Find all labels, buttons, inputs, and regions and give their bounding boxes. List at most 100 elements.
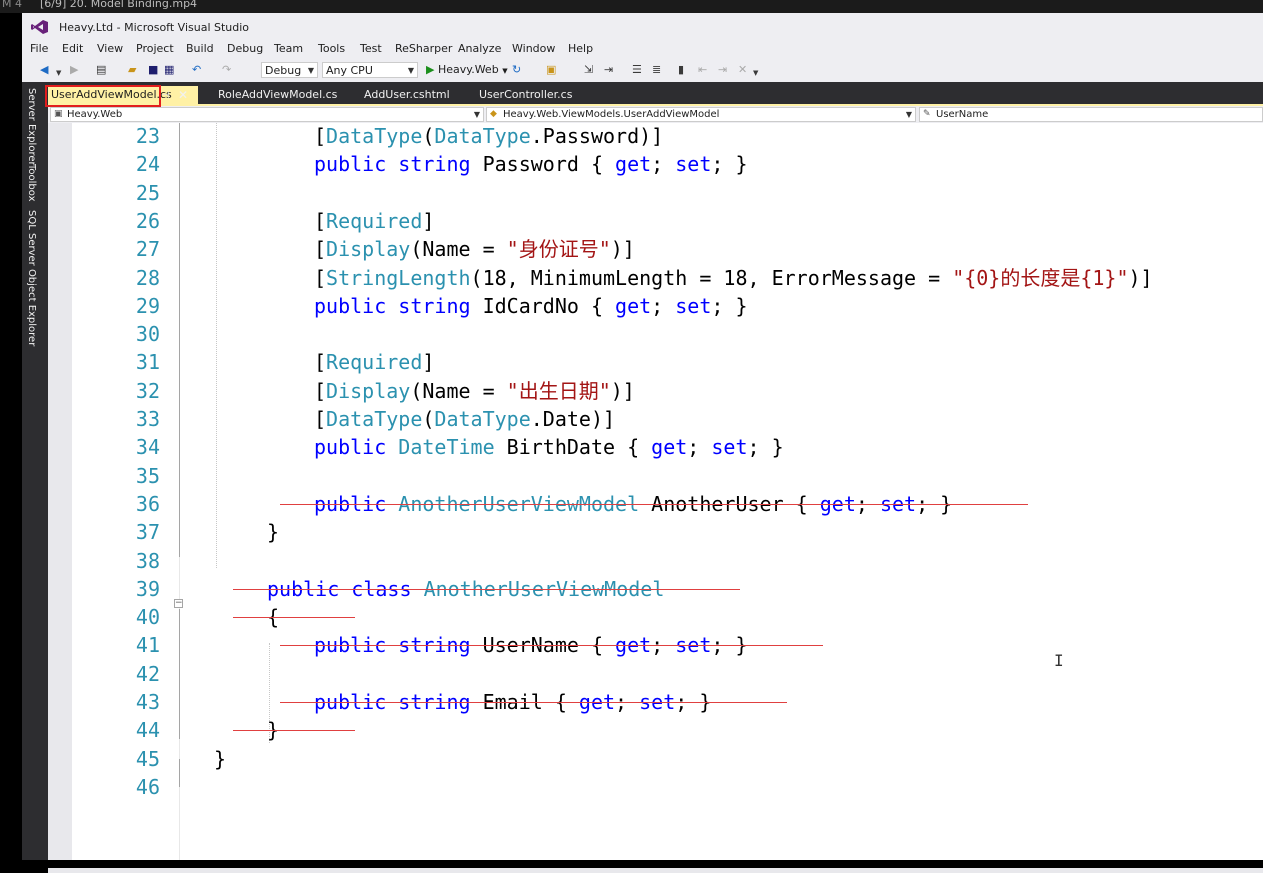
- solution-platform-select[interactable]: Any CPU ▼: [322, 62, 418, 78]
- forward-icon[interactable]: ▶: [70, 63, 78, 77]
- code-token: ]: [422, 350, 435, 375]
- pin-tab-icon[interactable]: ⊣: [161, 90, 170, 101]
- code-token: (18, MinimumLength = 18, ErrorMessage =: [470, 265, 953, 290]
- code-token: (: [422, 124, 435, 148]
- back-icon[interactable]: ◀: [40, 63, 48, 77]
- bookmark-icon[interactable]: ▮: [678, 63, 684, 77]
- line-number: 24: [135, 152, 160, 177]
- chevron-down-icon: ▼: [407, 66, 414, 75]
- menu-team[interactable]: Team: [274, 42, 303, 55]
- line-number: 38: [135, 548, 160, 573]
- prev-bookmark-icon[interactable]: ⇤: [698, 63, 707, 77]
- code-line: 33 [DataType(DataType.Date)]: [48, 405, 1263, 433]
- code-token: [: [314, 378, 327, 403]
- menu-tools[interactable]: Tools: [318, 42, 345, 55]
- line-number: 36: [135, 491, 160, 516]
- tab-usercontroller[interactable]: UserController.cs: [476, 86, 575, 104]
- solution-configuration-select[interactable]: Debug ▼: [261, 62, 318, 78]
- screen-left-edge: [0, 13, 22, 860]
- menu-help[interactable]: Help: [568, 42, 593, 55]
- line-number: 25: [135, 180, 160, 205]
- code-line: 26 [Required]: [48, 207, 1263, 235]
- horizontal-scrollbar[interactable]: [48, 868, 1263, 873]
- member-dropdown[interactable]: ✎ UserName: [919, 107, 1263, 122]
- toolbox-tab[interactable]: Toolbox: [26, 164, 37, 202]
- toolbar-options-icon[interactable]: ▼: [753, 66, 758, 80]
- code-token: }: [214, 746, 227, 771]
- menu-analyze[interactable]: Analyze: [458, 42, 501, 55]
- new-project-icon[interactable]: ▤: [96, 63, 106, 77]
- step-over-icon[interactable]: ⇥: [604, 63, 613, 77]
- standard-toolbar: ◀ ▼ ▶ ▤ ▰ ■ ▦ ↶ ↷ Debug ▼ Any CPU ▼ ▶ He…: [22, 59, 1263, 82]
- menu-test[interactable]: Test: [360, 42, 382, 55]
- line-number: 23: [135, 124, 160, 148]
- csharp-project-icon: ▣: [54, 109, 63, 119]
- code-token: ]: [422, 208, 435, 233]
- keyword-token: set: [675, 293, 712, 318]
- start-debugging-button[interactable]: ▶ Heavy.Web ▼: [426, 63, 508, 76]
- wrench-icon: ✎: [923, 109, 931, 119]
- browser-link-icon[interactable]: ▣: [546, 63, 556, 77]
- uncomment-icon[interactable]: ≣: [652, 63, 661, 77]
- keyword-token: string: [398, 293, 471, 318]
- next-bookmark-icon[interactable]: ⇥: [718, 63, 727, 77]
- tab-roleaddviewmodel[interactable]: RoleAddViewModel.cs: [215, 86, 340, 104]
- menu-resharper[interactable]: ReSharper: [395, 42, 452, 55]
- code-line: 24 public string Password { get; set; }: [48, 150, 1263, 178]
- step-into-icon[interactable]: ⇲: [584, 63, 593, 77]
- server-explorer-tab[interactable]: Server Explorer: [26, 88, 37, 166]
- menu-debug[interactable]: Debug: [227, 42, 263, 55]
- code-text: [DataType(DataType.Date)]: [314, 405, 615, 433]
- code-token: [: [314, 124, 327, 148]
- keyword-token: set: [675, 152, 712, 177]
- project-value: Heavy.Web: [67, 109, 123, 120]
- line-number: 33: [135, 407, 160, 431]
- code-token: )]: [610, 237, 635, 262]
- back-dropdown-icon[interactable]: ▼: [56, 66, 61, 80]
- code-text: }: [214, 745, 226, 773]
- media-player-title-bar: M 4 [6/9] 20. Model Binding.mp4: [0, 0, 1263, 13]
- project-dropdown[interactable]: ▣ Heavy.Web ▼: [50, 107, 484, 122]
- code-token: [: [314, 265, 327, 290]
- refresh-icon[interactable]: ↻: [512, 63, 521, 77]
- visual-studio-logo-icon: [31, 20, 48, 34]
- menu-build[interactable]: Build: [186, 42, 214, 55]
- close-icon[interactable]: ✕: [178, 88, 188, 102]
- sql-server-object-explorer-tab[interactable]: SQL Server Object Explorer: [26, 210, 37, 346]
- undo-icon[interactable]: ↶: [192, 63, 201, 77]
- code-line: 31 [Required]: [48, 348, 1263, 376]
- strikethrough-annotation: [280, 702, 788, 703]
- navigation-bar: ▣ Heavy.Web ▼ ◆ Heavy.Web.ViewModels.Use…: [48, 106, 1263, 123]
- code-line: 34 public DateTime BirthDate { get; set; …: [48, 433, 1263, 461]
- clear-bookmarks-icon[interactable]: ✕: [738, 63, 747, 77]
- menu-edit[interactable]: Edit: [62, 42, 83, 55]
- tab-adduser-cshtml[interactable]: AddUser.cshtml: [361, 86, 453, 104]
- line-number: 43: [135, 690, 160, 714]
- visual-studio-window: Heavy.Ltd - Microsoft Visual Studio File…: [22, 13, 1263, 873]
- redo-icon[interactable]: ↷: [222, 63, 231, 77]
- code-text: public DateTime BirthDate { get; set; }: [314, 433, 784, 461]
- type-token: Required: [326, 350, 423, 375]
- line-number: 44: [135, 718, 160, 743]
- save-icon[interactable]: ■: [148, 63, 158, 77]
- type-dropdown[interactable]: ◆ Heavy.Web.ViewModels.UserAddViewModel …: [486, 107, 916, 122]
- open-file-icon[interactable]: ▰: [128, 63, 136, 77]
- menu-view[interactable]: View: [97, 42, 123, 55]
- code-token: [: [314, 407, 327, 431]
- string-token: "身份证号": [506, 237, 611, 262]
- menu-file[interactable]: File: [30, 42, 48, 55]
- code-line: 36 public AnotherUserViewModel AnotherUse…: [48, 490, 1263, 518]
- save-all-icon[interactable]: ▦: [164, 63, 174, 77]
- code-text: public string Password { get; set; }: [314, 150, 748, 178]
- line-number: 39: [135, 576, 160, 601]
- platform-value: Any CPU: [326, 64, 373, 77]
- code-editor[interactable]: − 23 [DataType(DataType.Password)] 24 publi…: [48, 123, 1263, 860]
- comment-icon[interactable]: ☰: [632, 63, 642, 77]
- keyword-token: get: [615, 152, 652, 177]
- code-text: [Display(Name = "出生日期")]: [314, 377, 635, 405]
- menu-window[interactable]: Window: [512, 42, 555, 55]
- menu-project[interactable]: Project: [136, 42, 174, 55]
